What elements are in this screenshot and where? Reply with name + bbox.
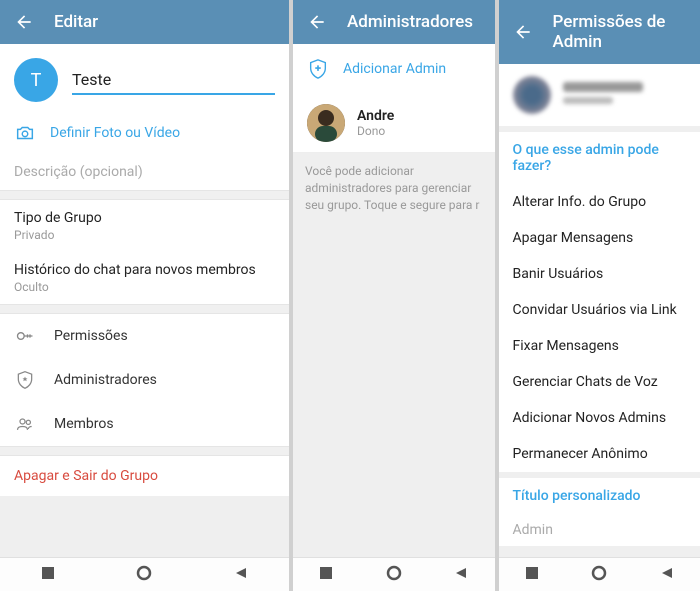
perm-pin-messages[interactable]: Fixar Mensagens [499, 328, 700, 364]
user-role: Dono [357, 124, 394, 138]
members-row[interactable]: Membros [0, 402, 289, 446]
shield-star-icon [14, 369, 36, 391]
empty-area [293, 223, 495, 557]
chat-history-label: Histórico do chat para novos membros [14, 262, 275, 278]
home-icon[interactable] [591, 565, 607, 585]
define-photo-label: Definir Foto ou Vídeo [50, 125, 180, 141]
user-name: Andre [357, 108, 394, 124]
selected-admin-row [499, 64, 700, 126]
add-admin-icon [307, 58, 329, 80]
key-icon [14, 325, 36, 347]
header: Administradores [293, 0, 495, 44]
define-photo-row[interactable]: Definir Foto ou Vídeo [0, 112, 289, 154]
recent-apps-icon[interactable] [525, 565, 539, 584]
blurred-avatar [513, 76, 551, 114]
custom-title-input[interactable]: Admin [499, 514, 700, 546]
header-title: Editar [54, 12, 98, 32]
header: Editar [0, 0, 289, 44]
permissions-section-title: O que esse admin pode fazer? [499, 132, 700, 184]
divider [0, 304, 289, 314]
group-avatar[interactable]: T [14, 58, 58, 102]
administrators-row[interactable]: Administradores [0, 358, 289, 402]
android-navbar [0, 557, 289, 591]
perm-invite-link[interactable]: Convidar Usuários via Link [499, 292, 700, 328]
recent-apps-icon[interactable] [41, 565, 55, 584]
empty-area [0, 496, 289, 557]
members-label: Membros [54, 416, 114, 432]
chat-history-row[interactable]: Histórico do chat para novos membros Ocu… [0, 252, 289, 304]
blurred-name [563, 82, 643, 92]
perm-ban-users[interactable]: Banir Usuários [499, 256, 700, 292]
administrators-label: Administradores [54, 372, 157, 388]
divider [0, 446, 289, 456]
recent-apps-icon[interactable] [319, 565, 333, 584]
header: Permissões de Admin [499, 0, 700, 64]
perm-alter-info[interactable]: Alterar Info. do Grupo [499, 184, 700, 220]
group-identity-row: T [0, 44, 289, 112]
back-icon[interactable] [14, 12, 34, 32]
home-icon[interactable] [136, 565, 152, 585]
people-icon [14, 413, 36, 435]
add-admin-row[interactable]: Adicionar Admin [293, 44, 495, 94]
divider [0, 190, 289, 200]
group-type-label: Tipo de Grupo [14, 210, 275, 226]
perm-voice-chats[interactable]: Gerenciar Chats de Voz [499, 364, 700, 400]
header-title: Administradores [347, 12, 473, 32]
permissions-label: Permissões [54, 328, 128, 344]
permissions-row[interactable]: Permissões [0, 314, 289, 358]
admin-user-row[interactable]: Andre Dono [293, 94, 495, 153]
back-icon[interactable] [307, 12, 327, 32]
perm-anonymous[interactable]: Permanecer Anônimo [499, 436, 700, 472]
user-avatar [307, 104, 345, 142]
description-input[interactable]: Descrição (opcional) [0, 154, 289, 190]
back-icon[interactable] [513, 22, 533, 42]
android-navbar [293, 557, 495, 591]
group-name-input[interactable] [72, 66, 275, 95]
camera-icon [14, 122, 36, 144]
custom-title-label: Título personalizado [499, 478, 700, 514]
header-title: Permissões de Admin [553, 12, 687, 52]
group-type-value: Privado [14, 228, 275, 242]
back-nav-icon[interactable] [454, 565, 468, 584]
blurred-status [563, 97, 613, 104]
admin-hint-text: Você pode adicionar administradores para… [293, 153, 495, 223]
home-icon[interactable] [386, 565, 402, 585]
custom-title-hint: Um título personalizado que será mostrad… [499, 546, 700, 557]
avatar-letter: T [31, 70, 42, 91]
android-navbar [499, 557, 700, 591]
perm-add-admins[interactable]: Adicionar Novos Admins [499, 400, 700, 436]
delete-leave-row[interactable]: Apagar e Sair do Grupo [0, 456, 289, 496]
group-type-row[interactable]: Tipo de Grupo Privado [0, 200, 289, 252]
chat-history-value: Oculto [14, 280, 275, 294]
back-nav-icon[interactable] [234, 565, 248, 584]
perm-delete-messages[interactable]: Apagar Mensagens [499, 220, 700, 256]
back-nav-icon[interactable] [660, 565, 674, 584]
add-admin-label: Adicionar Admin [343, 61, 446, 77]
